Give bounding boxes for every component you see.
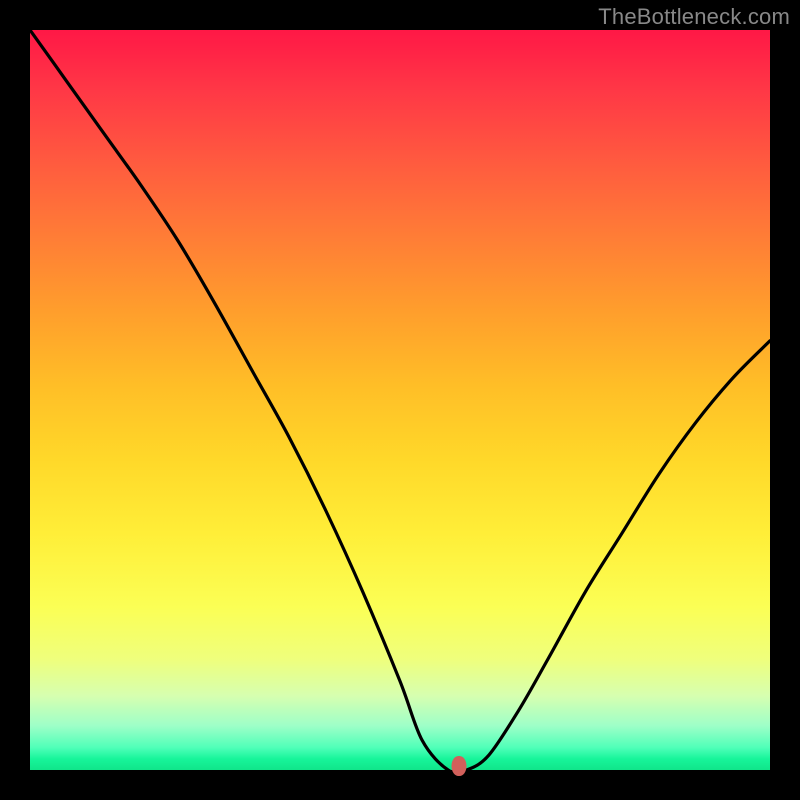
bottleneck-curve	[30, 30, 770, 770]
watermark-text: TheBottleneck.com	[598, 4, 790, 30]
bottleneck-marker	[452, 756, 467, 776]
chart-frame: TheBottleneck.com	[0, 0, 800, 800]
plot-area	[30, 30, 770, 770]
